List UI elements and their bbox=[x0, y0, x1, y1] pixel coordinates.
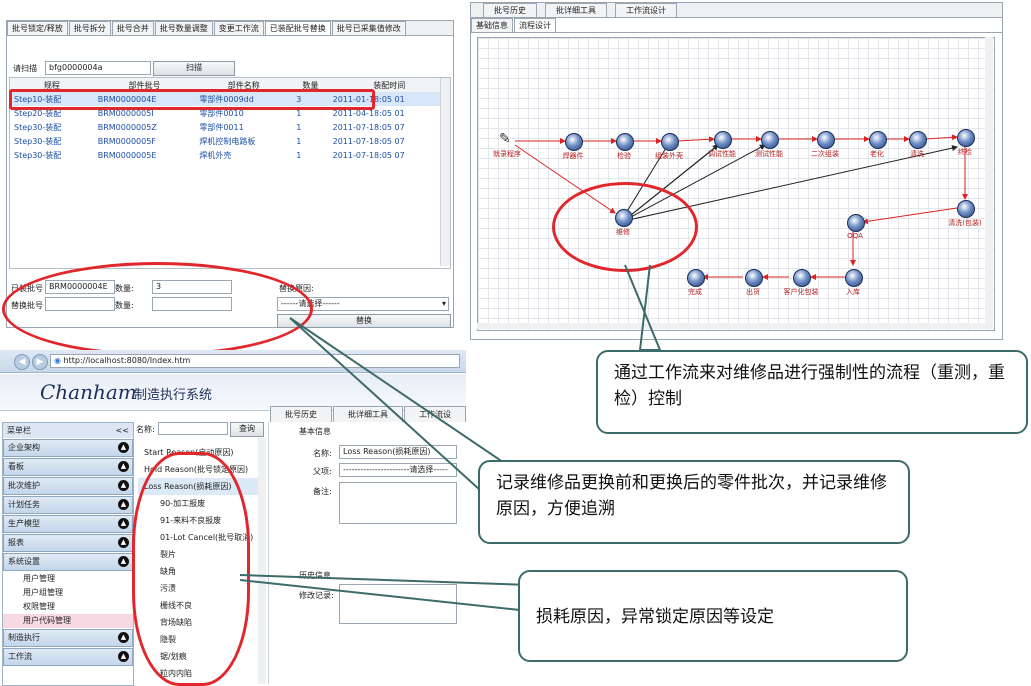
workflow-callout: 通过工作流来对维修品进行强制性的流程（重测，重检）控制 bbox=[596, 350, 1028, 434]
reason-callout: 损耗原因，异常锁定原因等设定 bbox=[518, 570, 908, 662]
replace-callout: 记录维修品更换前和更换后的零件批次，并记录维修原因，方便追溯 bbox=[478, 460, 910, 544]
